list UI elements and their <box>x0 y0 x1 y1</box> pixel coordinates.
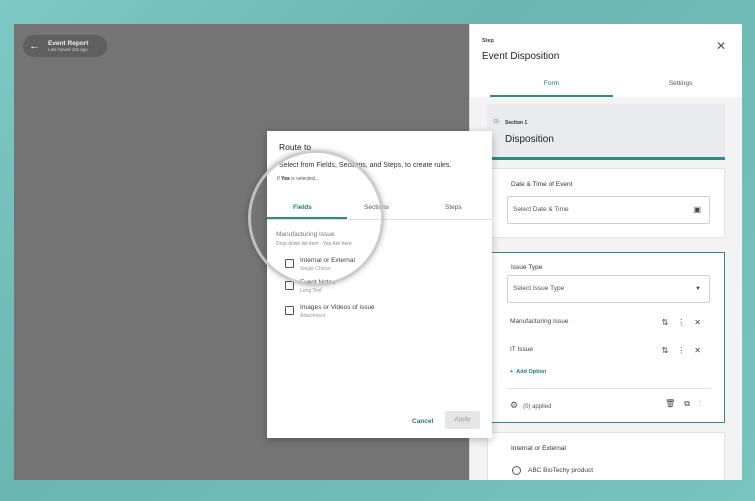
panel-title: Event Disposition <box>482 51 560 62</box>
internal-external-label: Internal or External <box>511 445 566 452</box>
panel-header: Step Event Disposition ✕ Form Settings <box>470 24 742 97</box>
applied-row: ⚙ (0) applied 🗑⧉⋮ <box>510 399 710 411</box>
field-option-label: Internal or External <box>300 257 355 264</box>
route-icon[interactable]: ⇅ <box>662 318 678 327</box>
condition-prefix: If <box>277 176 280 182</box>
delete-icon[interactable]: 🗑 <box>665 399 684 408</box>
group-subtitle: Drop down list item - You Are here <box>276 241 352 247</box>
card-actions: 🗑⧉⋮ <box>665 399 710 409</box>
date-field-card[interactable]: Date & Time of Event Select Date & Time … <box>487 168 725 238</box>
more-vert-icon[interactable]: ⋮ <box>699 399 710 408</box>
tab-form[interactable]: Form <box>490 76 613 97</box>
issue-type-card[interactable]: Issue Type Select Issue Type ▼ Manufactu… <box>487 252 725 423</box>
copy-icon[interactable]: ⧉ <box>684 399 699 408</box>
apply-button[interactable]: Apply <box>445 411 480 429</box>
condition-text: If Yes is selected... <box>277 176 319 182</box>
remove-icon[interactable]: ✕ <box>694 346 710 355</box>
back-pill-text: Event Report Last Saved 10s ago <box>48 40 88 52</box>
condition-suffix: is selected... <box>291 176 319 182</box>
radio-label: ABC BioTechy product <box>528 467 594 474</box>
drag-handle-icon[interactable]: ⋮ <box>677 318 694 327</box>
active-tab-indicator <box>267 217 347 219</box>
route-icon[interactable]: ⇅ <box>662 346 678 355</box>
dropdown-arrow-icon: ▼ <box>695 286 701 292</box>
last-saved-text: Last Saved 10s ago <box>48 47 88 52</box>
tab-settings[interactable]: Settings <box>619 76 742 97</box>
radio-button[interactable] <box>512 466 521 475</box>
section-label: Section 1 <box>505 120 528 126</box>
field-option-label: Images or Videos of issue <box>300 304 375 311</box>
app-screen: ← Event Report Last Saved 10s ago Step E… <box>14 24 742 480</box>
applied-count: (0) applied <box>523 404 552 410</box>
panel-tabs: Form Settings <box>470 76 742 97</box>
checkbox[interactable] <box>285 306 294 315</box>
eye-hidden-icon[interactable]: ☉ <box>493 118 499 126</box>
internal-external-card[interactable]: Internal or External ABC BioTechy produc… <box>487 432 725 480</box>
close-icon[interactable]: ✕ <box>716 39 726 53</box>
date-field-label: Date & Time of Event <box>511 181 573 188</box>
tab-sections[interactable]: Sections <box>364 204 389 211</box>
section-title: Disposition <box>505 134 554 145</box>
issue-type-label: Issue Type <box>511 264 543 271</box>
checkbox[interactable] <box>285 281 294 290</box>
field-option-type: Single Choice <box>300 266 331 272</box>
drag-handle-icon[interactable]: ⋮ <box>677 346 694 355</box>
field-option-type: Attachment <box>300 313 326 319</box>
option-row: Manufacturing Issue ⇅⋮✕ <box>510 318 710 332</box>
divider <box>506 388 711 389</box>
add-option-button[interactable]: + Add Option <box>510 369 546 375</box>
option-row: IT Issue ⇅⋮✕ <box>510 346 710 360</box>
back-arrow-icon: ← <box>29 40 40 52</box>
group-title: Manufacturing Issue <box>276 231 335 238</box>
option-label: Manufacturing Issue <box>510 318 569 325</box>
tab-fields[interactable]: Fields <box>293 204 312 211</box>
tab-steps[interactable]: Steps <box>445 204 462 211</box>
option-label: IT Issue <box>510 346 534 353</box>
radio-option[interactable]: ABC BioTechy product <box>512 466 593 475</box>
calendar-icon[interactable]: ▣ <box>693 205 701 214</box>
route-to-modal: Route to Select from Fields, Sections, a… <box>267 131 492 438</box>
condition-value: Yes <box>281 176 290 182</box>
option-actions: ⇅⋮✕ <box>662 318 710 327</box>
option-actions: ⇅⋮✕ <box>662 346 710 355</box>
step-label: Step <box>482 38 494 44</box>
date-time-placeholder: Select Date & Time <box>513 206 569 213</box>
issue-type-select[interactable]: Select Issue Type ▼ <box>507 275 710 303</box>
modal-tabs: Fields Sections Steps <box>267 202 492 220</box>
remove-icon[interactable]: ✕ <box>694 318 710 327</box>
add-option-label: Add Option <box>516 369 547 375</box>
issue-type-placeholder: Select Issue Type <box>513 285 565 292</box>
section-card[interactable]: ☉ Section 1 Disposition <box>487 104 725 160</box>
cancel-button[interactable]: Cancel <box>412 418 433 425</box>
back-button[interactable]: ← Event Report Last Saved 10s ago <box>23 35 107 57</box>
date-time-input[interactable]: Select Date & Time ▣ <box>507 196 710 224</box>
modal-title: Route to <box>279 142 312 152</box>
gear-icon[interactable]: ⚙ <box>510 400 518 410</box>
report-title: Event Report <box>48 40 89 47</box>
field-option-type: Long Text <box>300 288 322 294</box>
step-panel: Step Event Disposition ✕ Form Settings ☉… <box>469 24 742 480</box>
checkbox[interactable] <box>285 259 294 268</box>
modal-subtitle: Select from Fields, Sections, and Steps,… <box>279 162 452 169</box>
field-option-label: Event Notes <box>300 279 336 286</box>
